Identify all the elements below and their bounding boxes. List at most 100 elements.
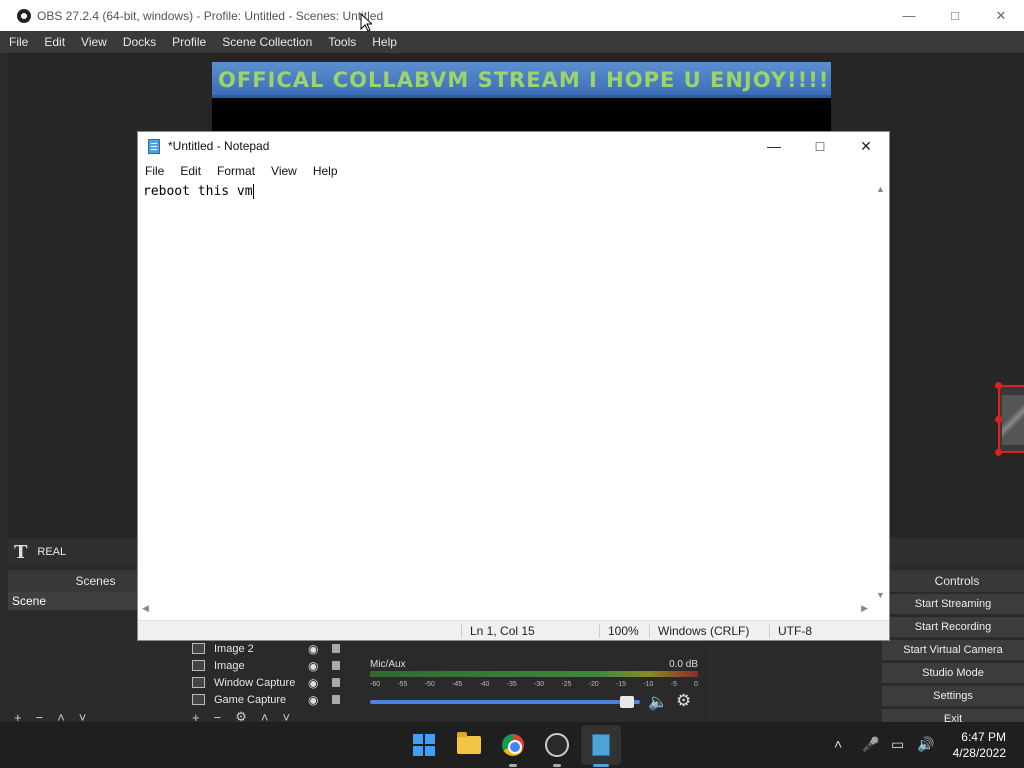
meter-tick: -60 [370, 681, 381, 688]
visibility-eye-icon[interactable]: ◉ [308, 676, 318, 690]
show-hidden-icons-chevron-icon[interactable]: ˄ [834, 736, 842, 752]
obs-menu-docks[interactable]: Docks [123, 35, 156, 49]
chrome-icon[interactable] [499, 731, 527, 759]
notepad-minimize-button[interactable]: — [751, 132, 797, 160]
settings-button[interactable]: Settings [882, 686, 1024, 706]
source-row[interactable]: Image 2 ◉ [186, 640, 361, 657]
obs-menu-bar: File Edit View Docks Profile Scene Colle… [0, 31, 1024, 53]
notepad-taskbar-icon[interactable] [581, 725, 621, 765]
visibility-eye-icon[interactable]: ◉ [308, 693, 318, 707]
horizontal-scrollbar[interactable]: ◀ ▶ [138, 602, 874, 618]
volume-icon[interactable]: 🔊 [917, 736, 934, 753]
obs-menu-scene-collection[interactable]: Scene Collection [222, 35, 312, 49]
studio-mode-button[interactable]: Studio Mode [882, 663, 1024, 683]
lock-icon[interactable] [332, 644, 340, 653]
notepad-title-bar: *Untitled - Notepad — □ ✕ [138, 132, 889, 160]
obs-title-bar: OBS 27.2.4 (64-bit, windows) - Profile: … [0, 0, 1024, 31]
source-row-label: Image [214, 659, 245, 672]
meter-tick: -10 [643, 681, 654, 688]
notepad-menu-view[interactable]: View [271, 164, 297, 178]
lock-icon[interactable] [332, 678, 340, 687]
scroll-up-icon[interactable]: ▲ [876, 184, 885, 194]
meter-tick: -50 [424, 681, 435, 688]
mixer-gear-icon[interactable]: ⚙ [676, 691, 691, 711]
source-row-label: Image 2 [214, 642, 254, 655]
controls-dock: Start Streaming Start Recording Start Vi… [882, 592, 1024, 729]
visibility-eye-icon[interactable]: ◉ [308, 642, 318, 656]
file-explorer-icon[interactable] [455, 731, 483, 759]
microphone-icon[interactable]: 🎤 [862, 736, 879, 753]
volume-slider-handle[interactable] [620, 696, 634, 708]
notepad-maximize-button[interactable]: □ [797, 132, 843, 160]
obs-menu-file[interactable]: File [9, 35, 28, 49]
clock-time: 6:47 PM [961, 730, 1006, 744]
lock-icon[interactable] [332, 695, 340, 704]
visibility-eye-icon[interactable]: ◉ [308, 659, 318, 673]
notepad-close-button[interactable]: ✕ [843, 132, 889, 160]
mixer-db-readout: 0.0 dB [669, 659, 698, 670]
start-streaming-button[interactable]: Start Streaming [882, 594, 1024, 614]
notepad-text-area[interactable]: reboot this vm [138, 182, 874, 602]
notepad-status-bar: Ln 1, Col 15 100% Windows (CRLF) UTF-8 [138, 620, 889, 640]
system-clock[interactable]: 6:47 PM 4/28/2022 [953, 729, 1006, 761]
obs-maximize-button[interactable]: □ [932, 0, 978, 31]
scroll-left-icon[interactable]: ◀ [142, 603, 149, 614]
network-icon[interactable]: ▭ [891, 736, 904, 753]
mixer-channel-name: Mic/Aux [370, 659, 406, 670]
controls-dock-header: Controls [890, 570, 1024, 592]
vertical-scrollbar[interactable]: ▲ ▼ [873, 182, 889, 602]
scroll-down-icon[interactable]: ▼ [876, 590, 885, 600]
window-icon [192, 677, 205, 688]
obs-window-title: OBS 27.2.4 (64-bit, windows) - Profile: … [37, 8, 384, 23]
obs-app-icon [17, 8, 31, 23]
notepad-menu-edit[interactable]: Edit [180, 164, 201, 178]
obs-menu-profile[interactable]: Profile [172, 35, 206, 49]
text-caret [252, 184, 254, 199]
sources-toolbar: + − ⚙ ˄ ˅ [192, 709, 290, 725]
source-name: REAL [37, 546, 67, 558]
stream-banner-text: OFFICAL COLLABVM STREAM I HOPE U ENJOY!!… [212, 62, 831, 98]
meter-tick: -15 [615, 681, 627, 688]
resize-handle[interactable] [995, 382, 1002, 389]
notepad-menu-format[interactable]: Format [217, 164, 255, 178]
obs-menu-tools[interactable]: Tools [328, 35, 356, 49]
preview-canvas[interactable]: OFFICAL COLLABVM STREAM I HOPE U ENJOY!!… [212, 62, 831, 142]
cursor-position: Ln 1, Col 15 [461, 624, 535, 638]
meter-tick: -30 [533, 681, 545, 688]
resize-handle[interactable] [995, 449, 1002, 456]
obs-menu-view[interactable]: View [81, 35, 107, 49]
resize-handle[interactable] [995, 416, 1002, 423]
scroll-right-icon[interactable]: ▶ [861, 603, 868, 614]
notepad-content: reboot this vm [143, 184, 253, 199]
start-recording-button[interactable]: Start Recording [882, 617, 1024, 637]
obs-menu-help[interactable]: Help [372, 35, 397, 49]
notepad-window-title: *Untitled - Notepad [168, 139, 270, 153]
obs-menu-edit[interactable]: Edit [44, 35, 65, 49]
obs-taskbar-icon[interactable] [543, 731, 571, 759]
source-row-label: Game Capture [214, 693, 287, 706]
meter-tick: 0 [694, 681, 698, 688]
mouse-cursor-icon [360, 13, 372, 32]
speaker-icon[interactable]: 🔈 [648, 692, 668, 712]
start-icon[interactable] [410, 731, 438, 759]
notepad-menu-help[interactable]: Help [313, 164, 338, 178]
meter-tick: -35 [506, 681, 517, 688]
active-indicator [593, 764, 609, 767]
volume-slider[interactable] [370, 700, 640, 704]
obs-minimize-button[interactable]: — [886, 0, 932, 31]
obs-close-button[interactable]: ✕ [978, 0, 1024, 31]
notepad-icon [148, 138, 160, 154]
source-row-label: Window Capture [214, 676, 296, 689]
meter-tick: -25 [561, 681, 572, 688]
audio-mixer: Mic/Aux 0.0 dB -60 -55 -50 -45 -40 -35 -… [364, 640, 706, 720]
notepad-menu-file[interactable]: File [145, 164, 164, 178]
start-virtual-camera-button[interactable]: Start Virtual Camera [882, 640, 1024, 660]
scenes-toolbar: + − ˄ ˅ [14, 710, 86, 725]
notepad-menu-bar: File Edit Format View Help [138, 160, 889, 182]
source-row[interactable]: Image ◉ [186, 657, 361, 674]
lock-icon[interactable] [332, 661, 340, 670]
source-row[interactable]: Game Capture ◉ [186, 691, 361, 708]
running-indicator [509, 764, 517, 767]
source-row[interactable]: Window Capture ◉ [186, 674, 361, 691]
sources-list[interactable]: Image 2 ◉ Image ◉ Window Capture ◉ Game Cap… [186, 640, 361, 712]
